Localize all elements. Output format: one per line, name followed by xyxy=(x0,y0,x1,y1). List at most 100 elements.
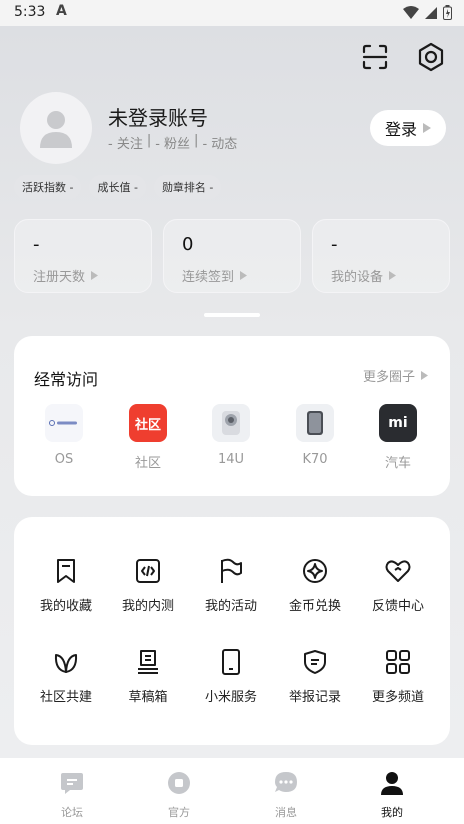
grid-label: 我的活动 xyxy=(204,599,257,614)
visit-label: 社区 xyxy=(134,456,161,471)
status-time: 5:33 xyxy=(14,4,46,20)
stat-value: 0 xyxy=(182,234,194,255)
leaf-icon xyxy=(54,654,78,673)
visit-label: K70 xyxy=(302,452,328,467)
grid-item-report-records[interactable]: 举报记录 xyxy=(273,648,357,705)
tag-growth[interactable]: 成长值 - xyxy=(89,175,146,199)
phone-k70-icon xyxy=(296,404,334,442)
tab-official[interactable]: 官方 xyxy=(143,770,215,820)
tab-label: 消息 xyxy=(275,806,297,819)
fans-count[interactable]: - 粉丝 xyxy=(155,133,190,152)
phone-14u-icon xyxy=(212,404,250,442)
account-name[interactable]: 未登录账号 xyxy=(108,102,208,131)
arrow-right-icon xyxy=(240,271,248,280)
activity-count[interactable]: - 动态 xyxy=(202,133,237,152)
heart-icon xyxy=(385,560,411,582)
page-indicator xyxy=(204,313,260,317)
os-icon xyxy=(45,404,83,442)
flag-icon xyxy=(221,558,242,583)
bookmark-icon xyxy=(57,559,75,583)
visit-item-community[interactable]: 社区 社区 xyxy=(118,404,178,471)
grid-icon xyxy=(386,650,410,674)
grid-label: 我的内测 xyxy=(121,599,174,614)
stat-card-register-days[interactable]: - 注册天数 xyxy=(14,219,152,293)
tab-label: 论坛 xyxy=(61,806,83,819)
signal-icon xyxy=(425,6,437,19)
login-button[interactable]: 登录 xyxy=(370,110,446,146)
visit-label: 14U xyxy=(217,452,245,467)
stats-separator: | xyxy=(146,133,152,148)
default-avatar-icon xyxy=(40,111,72,148)
tab-label: 我的 xyxy=(381,806,403,819)
stat-value: - xyxy=(331,234,338,255)
status-bar: 5:33 A xyxy=(0,0,464,26)
stat-value: - xyxy=(33,234,40,255)
tag-activity-index[interactable]: 活跃指数 - xyxy=(14,175,82,199)
visit-item-k70[interactable]: K70 xyxy=(285,404,345,467)
status-a-icon: A xyxy=(56,3,67,19)
tag-medal-rank[interactable]: 勋章排名 - xyxy=(153,175,222,199)
stat-label: 我的设备 xyxy=(331,270,384,285)
grid-label: 反馈中心 xyxy=(371,599,424,614)
grid-item-favorites[interactable]: 我的收藏 xyxy=(24,557,108,614)
more-circles-link[interactable]: 更多圈子 xyxy=(363,366,428,385)
avatar[interactable] xyxy=(20,92,92,164)
message-icon xyxy=(275,772,297,792)
grid-item-co-build[interactable]: 社区共建 xyxy=(24,648,108,705)
official-icon xyxy=(168,772,190,794)
visit-label: OS xyxy=(54,452,74,467)
grid-item-beta[interactable]: 我的内测 xyxy=(106,557,190,614)
grid-label: 社区共建 xyxy=(39,690,92,705)
grid-label: 草稿箱 xyxy=(128,690,168,705)
login-label: 登录 xyxy=(384,120,417,139)
frequent-visits-card: 经常访问 更多圈子 OS 社区 社区 14U K70 mi 汽车 xyxy=(14,336,450,496)
scan-icon[interactable] xyxy=(358,40,392,74)
grid-label: 小米服务 xyxy=(204,690,257,705)
grid-label: 金币兑换 xyxy=(288,599,341,614)
grid-item-mi-service[interactable]: 小米服务 xyxy=(189,648,273,705)
shield-report-icon xyxy=(304,650,326,674)
battery-icon xyxy=(443,5,452,20)
grid-item-feedback[interactable]: 反馈中心 xyxy=(356,557,440,614)
grid-item-activities[interactable]: 我的活动 xyxy=(189,557,273,614)
status-icons xyxy=(403,5,452,20)
visit-item-os[interactable]: OS xyxy=(34,404,94,467)
arrow-right-icon xyxy=(423,123,431,133)
arrow-right-icon xyxy=(421,371,428,380)
grid-item-more-channels[interactable]: 更多频道 xyxy=(356,648,440,705)
stat-cards: - 注册天数 0 连续签到 - 我的设备 xyxy=(14,219,450,293)
stat-label: 注册天数 xyxy=(33,270,86,285)
arrow-right-icon xyxy=(389,271,397,280)
bottom-nav: 论坛 官方 消息 我的 xyxy=(0,758,464,824)
profile-icon xyxy=(381,772,403,795)
tab-mine[interactable]: 我的 xyxy=(356,770,428,820)
stat-label: 连续签到 xyxy=(182,270,235,285)
visit-item-14u[interactable]: 14U xyxy=(201,404,261,467)
tab-forum[interactable]: 论坛 xyxy=(36,770,108,820)
account-stats: - 关注 | - 粉丝 | - 动态 xyxy=(108,133,237,152)
coin-icon xyxy=(303,559,327,583)
drafts-icon xyxy=(138,650,158,674)
tab-messages[interactable]: 消息 xyxy=(250,770,322,820)
grid-label: 举报记录 xyxy=(288,690,341,705)
grid-item-drafts[interactable]: 草稿箱 xyxy=(106,648,190,705)
gear-icon[interactable] xyxy=(414,40,448,74)
profile-tags: 活跃指数 - 成长值 - 勋章排名 - xyxy=(14,175,222,199)
stat-card-checkin[interactable]: 0 连续签到 xyxy=(163,219,301,293)
visit-label: 汽车 xyxy=(384,456,411,471)
forum-icon xyxy=(61,773,83,794)
follow-count[interactable]: - 关注 xyxy=(108,133,143,152)
arrow-right-icon xyxy=(91,271,99,280)
visit-item-car[interactable]: mi 汽车 xyxy=(368,404,428,471)
code-icon xyxy=(136,559,160,583)
stats-separator: | xyxy=(194,133,199,148)
grid-item-coin-exchange[interactable]: 金币兑换 xyxy=(273,557,357,614)
grid-label: 更多频道 xyxy=(371,690,424,705)
frequent-visits-title: 经常访问 xyxy=(34,370,99,389)
tab-label: 官方 xyxy=(168,806,190,819)
grid-label: 我的收藏 xyxy=(39,599,92,614)
stat-card-devices[interactable]: - 我的设备 xyxy=(312,219,450,293)
community-icon: 社区 xyxy=(129,404,167,442)
wifi-icon xyxy=(403,5,419,19)
function-grid-card: 我的收藏 我的内测 我的活动 金币兑换 反馈中心 社区共建 草稿箱 小米服务 举… xyxy=(14,517,450,745)
